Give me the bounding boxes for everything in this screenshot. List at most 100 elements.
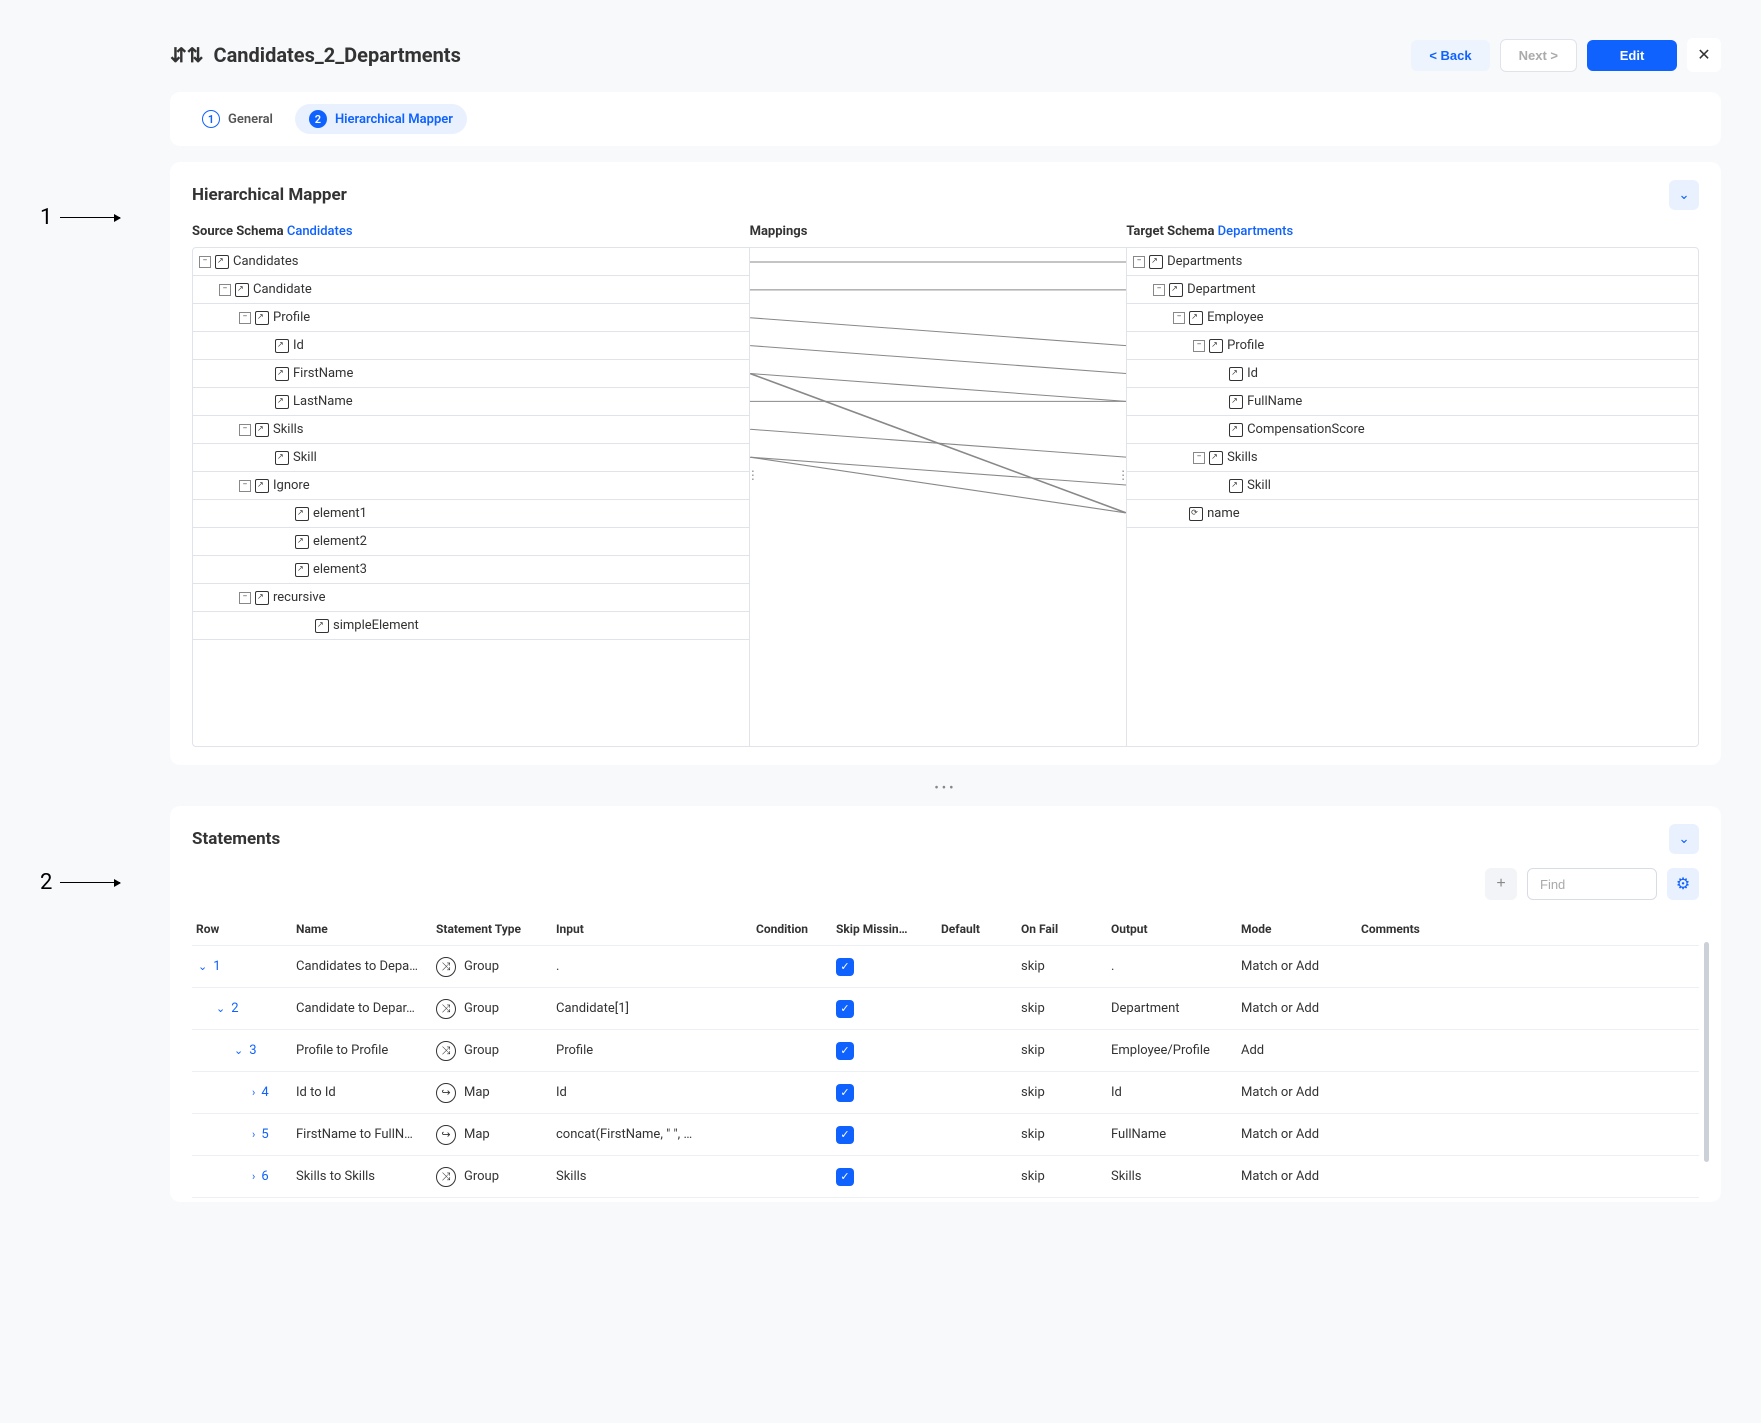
tree-node[interactable]: element1 [193, 500, 749, 528]
tree-node[interactable]: − Candidates [193, 248, 749, 276]
tree-node[interactable]: − Departments [1127, 248, 1698, 276]
row-mode: Match or Add [1237, 1001, 1357, 1016]
table-row[interactable]: ⌄1Candidates to Depa…⤨Group.✓skip.Match … [192, 946, 1699, 988]
tree-collapse-icon[interactable]: − [239, 480, 251, 492]
tree-node[interactable]: element2 [193, 528, 749, 556]
row-type-label: Group [464, 959, 499, 974]
plus-icon: + [1496, 875, 1505, 893]
table-row[interactable]: ›4Id to Id↪MapId✓skipIdMatch or Add [192, 1072, 1699, 1114]
tree-node[interactable]: − Profile [193, 304, 749, 332]
tree-collapse-icon[interactable]: − [1153, 284, 1165, 296]
add-statement-button[interactable]: + [1485, 868, 1517, 900]
row-onfail: skip [1017, 1001, 1107, 1016]
row-mode: Match or Add [1237, 1169, 1357, 1184]
step-number: 1 [202, 110, 220, 128]
table-row[interactable]: ⌄2Candidate to Depar…⤨GroupCandidate[1]✓… [192, 988, 1699, 1030]
tree-collapse-icon[interactable]: − [1193, 340, 1205, 352]
tree-node[interactable]: Skill [193, 444, 749, 472]
node-label: Skill [293, 450, 317, 465]
node-label: recursive [273, 590, 326, 605]
row-type-label: Group [464, 1043, 499, 1058]
row-toggle[interactable]: ›5 [192, 1127, 292, 1142]
tree-collapse-icon[interactable]: − [1173, 312, 1185, 324]
drag-handle-left-icon[interactable]: ⋮ [750, 468, 759, 482]
table-row[interactable]: ›5FirstName to FullN…↪Mapconcat(FirstNam… [192, 1114, 1699, 1156]
tree-collapse-icon[interactable]: − [1193, 452, 1205, 464]
tree-node[interactable]: − Department [1127, 276, 1698, 304]
collapse-statements-button[interactable]: ⌄ [1669, 824, 1699, 854]
tree-node[interactable]: LastName [193, 388, 749, 416]
tree-node[interactable]: Id [1127, 360, 1698, 388]
source-schema-link[interactable]: Candidates [287, 224, 353, 239]
tree-node[interactable]: FirstName [193, 360, 749, 388]
tab-label: General [228, 112, 273, 127]
table-settings-button[interactable]: ⚙ [1667, 868, 1699, 900]
close-button[interactable]: ✕ [1687, 38, 1721, 72]
group-icon: ⤨ [436, 1041, 456, 1061]
row-toggle[interactable]: ⌄3 [192, 1043, 292, 1058]
element-icon [1189, 311, 1203, 325]
tree-node[interactable]: name [1127, 500, 1698, 528]
collapse-mapper-button[interactable]: ⌄ [1669, 180, 1699, 210]
target-schema-link[interactable]: Departments [1218, 224, 1294, 239]
element-icon [255, 591, 269, 605]
checked-icon: ✓ [836, 1000, 854, 1018]
tree-node[interactable]: − recursive [193, 584, 749, 612]
resize-handle[interactable]: ••• [170, 781, 1721, 796]
col-comments: Comments [1357, 922, 1452, 936]
tree-collapse-icon[interactable]: − [1133, 256, 1145, 268]
edit-button[interactable]: Edit [1587, 40, 1677, 71]
col-input: Input [552, 922, 752, 936]
row-input: concat(FirstName, " ", … [552, 1127, 752, 1142]
chevron-right-icon: › [252, 1128, 255, 1141]
row-toggle[interactable]: ›4 [192, 1085, 292, 1100]
tab-hierarchical-mapper[interactable]: 2 Hierarchical Mapper [295, 104, 467, 134]
tree-node[interactable]: simpleElement [193, 612, 749, 640]
row-type-label: Group [464, 1001, 499, 1016]
row-toggle[interactable]: ⌄1 [192, 959, 292, 974]
row-name: Candidates to Depa… [292, 959, 432, 974]
arrow-icon [60, 217, 120, 218]
next-button[interactable]: Next > [1500, 39, 1577, 72]
vertical-scrollbar[interactable] [1704, 942, 1709, 1162]
row-toggle[interactable]: ⌄2 [192, 1001, 292, 1016]
col-default: Default [937, 922, 1017, 936]
row-name: FirstName to FullN… [292, 1127, 432, 1142]
tree-node[interactable]: element3 [193, 556, 749, 584]
tree-node[interactable]: − Profile [1127, 332, 1698, 360]
tree-node[interactable]: CompensationScore [1127, 416, 1698, 444]
row-skip: ✓ [832, 1000, 937, 1018]
find-input[interactable] [1527, 868, 1657, 900]
tree-collapse-icon[interactable]: − [219, 284, 231, 296]
tree-node[interactable]: − Ignore [193, 472, 749, 500]
tree-node[interactable]: − Skills [1127, 444, 1698, 472]
drag-handle-right-icon[interactable]: ⋮ [1117, 468, 1126, 482]
node-label: Skills [1227, 450, 1258, 465]
element-icon [1209, 339, 1223, 353]
element-icon [1229, 367, 1243, 381]
col-type: Statement Type [432, 922, 552, 936]
row-type: ⤨Group [432, 1167, 552, 1187]
node-label: Id [293, 338, 304, 353]
tree-node[interactable]: − Skills [193, 416, 749, 444]
row-toggle[interactable]: ›6 [192, 1169, 292, 1184]
tree-node[interactable]: − Candidate [193, 276, 749, 304]
tree-collapse-icon[interactable]: − [199, 256, 211, 268]
table-row[interactable]: ›6Skills to Skills⤨GroupSkills✓skipSkill… [192, 1156, 1699, 1198]
tree-node[interactable]: FullName [1127, 388, 1698, 416]
tree-collapse-icon[interactable]: − [239, 592, 251, 604]
row-output: Department [1107, 1001, 1237, 1016]
tree-collapse-icon[interactable]: − [239, 424, 251, 436]
checked-icon: ✓ [836, 1084, 854, 1102]
row-type: ↪Map [432, 1083, 552, 1103]
tree-node[interactable]: Skill [1127, 472, 1698, 500]
tree-node[interactable]: − Employee [1127, 304, 1698, 332]
tree-node[interactable]: Id [193, 332, 749, 360]
back-button[interactable]: < Back [1411, 40, 1489, 71]
row-mode: Match or Add [1237, 1085, 1357, 1100]
table-row[interactable]: ⌄3Profile to Profile⤨GroupProfile✓skipEm… [192, 1030, 1699, 1072]
row-type-label: Group [464, 1169, 499, 1184]
tree-collapse-icon[interactable]: − [239, 312, 251, 324]
tab-general[interactable]: 1 General [188, 104, 287, 134]
chevron-right-icon: › [252, 1170, 255, 1183]
